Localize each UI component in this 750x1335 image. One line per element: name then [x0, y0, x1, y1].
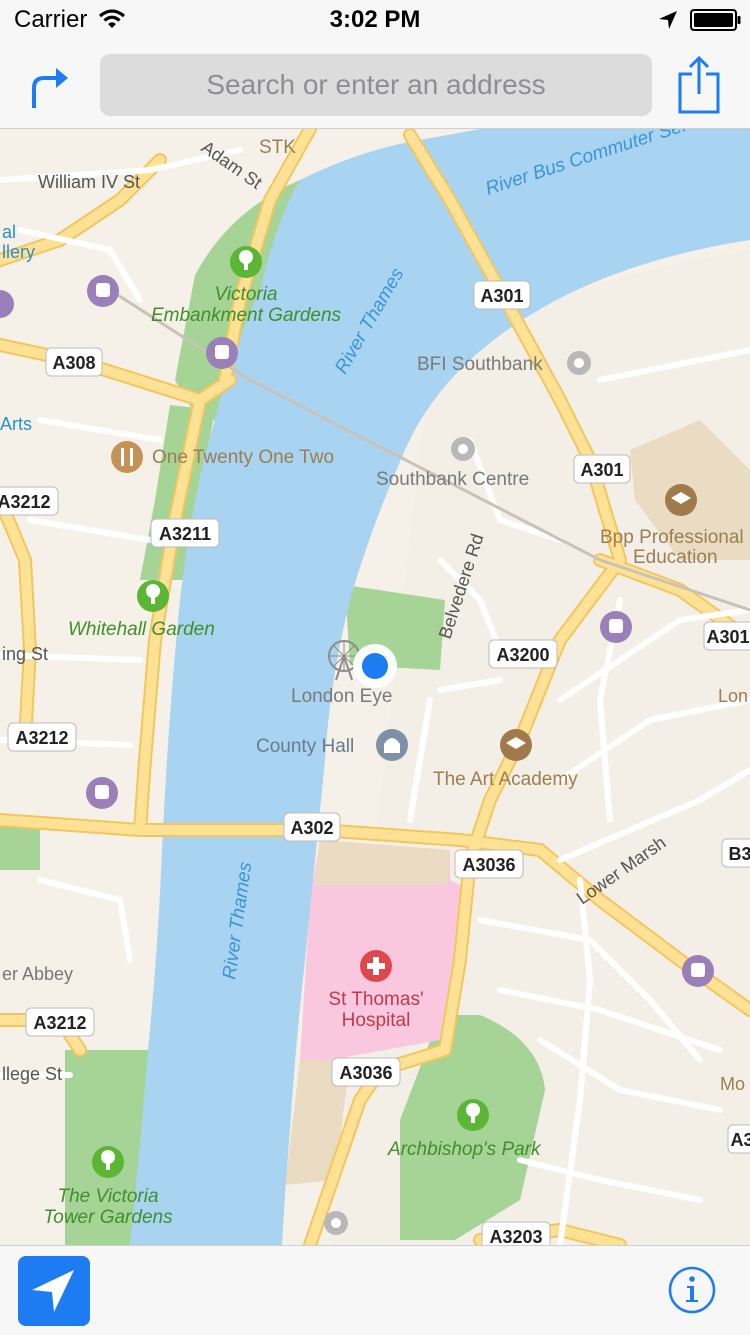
battery-icon: [690, 9, 741, 31]
street-label: William IV St: [38, 172, 140, 192]
generic-pin-icon[interactable]: [567, 351, 591, 375]
info-icon[interactable]: [668, 1266, 716, 1314]
svg-text:A3036: A3036: [339, 1063, 392, 1083]
road-shield: A3200: [488, 639, 558, 669]
park-pin-icon[interactable]: [92, 1146, 124, 1178]
street-label: al: [2, 222, 16, 242]
street-label: ing St: [2, 644, 48, 664]
restaurant-icon[interactable]: [111, 441, 143, 473]
share-icon[interactable]: [672, 54, 726, 116]
road-shield: A3212: [25, 1007, 95, 1037]
map-view[interactable]: A301 A308 A301 A3212 A3211 A3200 A301 A3…: [0, 129, 750, 1245]
poi-label: Tower Gardens: [43, 1207, 173, 1228]
road-shield: A301: [703, 621, 750, 651]
poi-label: The Art Academy: [433, 769, 578, 790]
status-bar: Carrier 3:02 PM: [0, 0, 750, 40]
road-shield: A302: [283, 812, 341, 842]
park-pin-icon[interactable]: [457, 1099, 489, 1131]
svg-text:A301: A301: [480, 286, 523, 306]
svg-text:A301: A301: [580, 460, 623, 480]
poi-label: Embankment Gardens: [151, 305, 342, 326]
poi-label: County Hall: [256, 736, 354, 757]
poi-label: London Eye: [291, 686, 392, 707]
svg-text:A3212: A3212: [0, 492, 51, 512]
education-icon[interactable]: [500, 729, 532, 761]
train-station-icon[interactable]: [87, 275, 119, 307]
park-pin-icon[interactable]: [137, 580, 169, 612]
poi-label: Whitehall Garden: [68, 619, 215, 640]
current-location-dot[interactable]: [353, 644, 397, 688]
street-label: llery: [2, 242, 35, 262]
svg-text:A3212: A3212: [15, 728, 68, 748]
train-station-icon[interactable]: [86, 777, 118, 809]
clock: 3:02 PM: [329, 6, 421, 33]
train-station-icon[interactable]: [600, 611, 632, 643]
hospital-icon[interactable]: [360, 950, 392, 982]
road-shield: A3: [727, 1124, 750, 1154]
svg-text:A302: A302: [290, 818, 333, 838]
svg-text:B3: B3: [728, 844, 750, 864]
education-icon[interactable]: [665, 484, 697, 516]
train-station-icon[interactable]: [206, 337, 238, 369]
poi-label: The Victoria: [57, 1186, 158, 1207]
poi-label: Education: [633, 547, 718, 568]
svg-text:A301: A301: [706, 627, 749, 647]
search-input[interactable]: [100, 54, 652, 116]
road-shield: A3036: [331, 1057, 401, 1087]
location-services-icon: [659, 11, 677, 29]
street-label: er Abbey: [2, 964, 73, 984]
svg-text:A3200: A3200: [496, 645, 549, 665]
road-shield: A3203: [481, 1221, 551, 1245]
svg-text:A3203: A3203: [489, 1227, 542, 1245]
poi-label: STK: [259, 137, 296, 158]
generic-pin-icon[interactable]: [451, 437, 475, 461]
street-label: Arts: [0, 414, 32, 434]
map-canvas[interactable]: A301 A308 A301 A3212 A3211 A3200 A301 A3…: [0, 129, 750, 1245]
road-shield: B3: [721, 838, 750, 868]
road-shield: A3211: [150, 518, 220, 548]
road-shield: A301: [573, 454, 631, 484]
park-pin-icon[interactable]: [230, 246, 262, 278]
svg-text:A3036: A3036: [462, 855, 515, 875]
road-shield: A308: [45, 347, 103, 377]
svg-text:A3: A3: [730, 1130, 750, 1150]
street-label: llege St: [2, 1064, 62, 1084]
landmark-icon[interactable]: [376, 729, 408, 761]
road-shield: A3212: [7, 722, 77, 752]
svg-text:A308: A308: [52, 353, 95, 373]
train-station-icon[interactable]: [682, 955, 714, 987]
poi-label: One Twenty One Two: [152, 447, 334, 468]
street-label: Mo: [720, 1074, 745, 1094]
poi-label: Southbank Centre: [376, 469, 529, 490]
bottom-toolbar: [0, 1245, 750, 1335]
svg-text:A3211: A3211: [159, 524, 211, 544]
toolbar: [0, 40, 750, 129]
poi-label: St Thomas': [328, 989, 423, 1010]
poi-label: BFI Southbank: [417, 354, 543, 375]
road-shield: A3036: [454, 849, 524, 879]
svg-text:A3212: A3212: [33, 1013, 86, 1033]
road-shield: A3212: [0, 486, 59, 516]
directions-arrow-icon[interactable]: [24, 62, 74, 110]
poi-label: Victoria: [214, 284, 277, 305]
street-label: Lon: [718, 686, 748, 706]
road-shield: A301: [473, 280, 531, 310]
poi-label: Archbishop's Park: [387, 1139, 542, 1160]
poi-label: Bpp Professional: [600, 527, 744, 548]
location-arrow-icon[interactable]: [18, 1256, 90, 1326]
poi-label: Hospital: [342, 1010, 411, 1031]
generic-pin-icon[interactable]: [324, 1211, 348, 1235]
